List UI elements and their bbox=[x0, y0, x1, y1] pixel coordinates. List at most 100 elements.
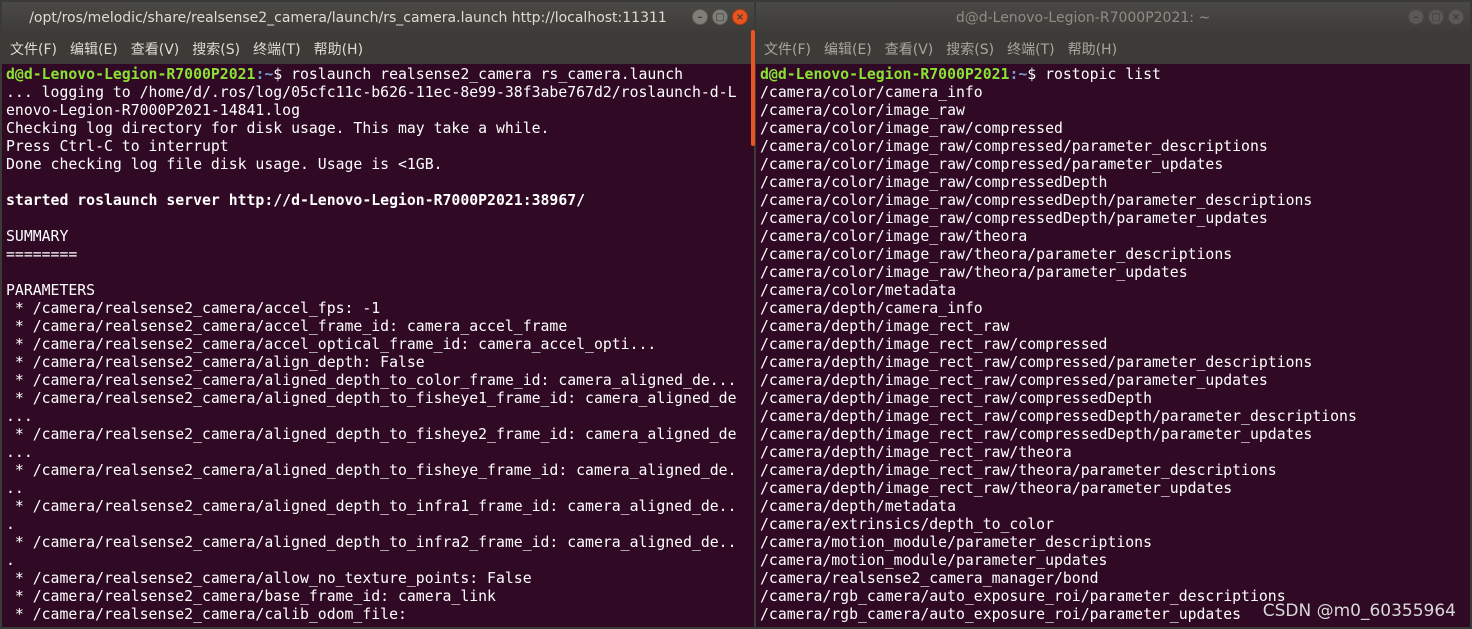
terminal-line: * /camera/realsense2_camera/aligned_dept… bbox=[6, 390, 737, 407]
terminal-line: /camera/depth/image_rect_raw/theora/para… bbox=[760, 480, 1233, 497]
terminal-line: /camera/depth/image_rect_raw/compressed/… bbox=[760, 354, 1313, 371]
terminal-line: .. bbox=[6, 480, 24, 497]
terminal-line: /camera/motion_module/parameter_updates bbox=[760, 552, 1108, 569]
menu-search[interactable]: 搜索(S) bbox=[946, 39, 994, 59]
terminal-window-home[interactable]: d@d-Lenovo-Legion-R7000P2021: ~ – □ × 文件… bbox=[756, 2, 1470, 627]
maximize-button[interactable]: □ bbox=[1428, 9, 1444, 25]
menu-search[interactable]: 搜索(S) bbox=[192, 39, 240, 59]
terminal-line: /camera/color/image_raw/compressedDepth/… bbox=[760, 210, 1268, 227]
menu-view[interactable]: 查看(V) bbox=[131, 39, 180, 59]
terminal-line: ... bbox=[6, 444, 33, 461]
terminal-line: /camera/color/image_raw/theora/parameter… bbox=[760, 264, 1188, 281]
terminal-line: ======== bbox=[6, 246, 78, 263]
terminal-line: /camera/color/image_raw/compressed/param… bbox=[760, 138, 1268, 155]
menubar: 文件(F) 编辑(E) 查看(V) 搜索(S) 终端(T) 帮助(H) bbox=[756, 34, 1470, 64]
terminal-line: /camera/motion_module/parameter_descript… bbox=[760, 534, 1152, 551]
command-text: $ roslaunch realsense2_camera rs_camera.… bbox=[273, 66, 684, 83]
close-button[interactable]: × bbox=[732, 9, 748, 25]
close-button[interactable]: × bbox=[1448, 9, 1464, 25]
terminal-line: /camera/depth/image_rect_raw/compressedD… bbox=[760, 426, 1313, 443]
terminal-line: . bbox=[6, 552, 15, 569]
terminal-line: /camera/color/image_raw/compressed/param… bbox=[760, 156, 1224, 173]
window-title: /opt/ros/melodic/share/realsense2_camera… bbox=[29, 10, 667, 26]
terminal-line: . bbox=[6, 516, 15, 533]
terminal-line: /camera/color/image_raw/compressed bbox=[760, 120, 1063, 137]
terminal-line: /camera/depth/image_rect_raw/compressed bbox=[760, 336, 1108, 353]
terminal-line: /camera/depth/image_rect_raw/compressed/… bbox=[760, 372, 1268, 389]
terminal-line: * /camera/realsense2_camera/accel_optica… bbox=[6, 336, 657, 353]
terminal-line: /camera/color/image_raw/compressedDepth bbox=[760, 174, 1108, 191]
terminal-output[interactable]: d@d-Lenovo-Legion-R7000P2021:~$ rostopic… bbox=[756, 64, 1470, 627]
output-lines: /camera/color/camera_info/camera/color/i… bbox=[760, 84, 1470, 624]
minimize-button[interactable]: – bbox=[692, 9, 708, 25]
terminal-line: SUMMARY bbox=[6, 228, 69, 245]
menubar: 文件(F) 编辑(E) 查看(V) 搜索(S) 终端(T) 帮助(H) bbox=[2, 34, 754, 64]
maximize-button[interactable]: □ bbox=[712, 9, 728, 25]
menu-help[interactable]: 帮助(H) bbox=[314, 39, 363, 59]
terminal-line: started roslaunch server http://d-Lenovo… bbox=[6, 192, 586, 209]
desktop: /opt/ros/melodic/share/realsense2_camera… bbox=[0, 0, 1472, 629]
terminal-output[interactable]: d@d-Lenovo-Legion-R7000P2021:~$ roslaunc… bbox=[2, 64, 754, 627]
terminal-line: /camera/color/camera_info bbox=[760, 84, 983, 101]
terminal-line: /camera/depth/image_rect_raw/theora/para… bbox=[760, 462, 1277, 479]
terminal-line: /camera/color/image_raw bbox=[760, 102, 965, 119]
prompt-path: :~ bbox=[1009, 66, 1028, 83]
terminal-line: * /camera/realsense2_camera/base_frame_i… bbox=[6, 588, 496, 605]
terminal-line: /camera/depth/image_rect_raw/compressedD… bbox=[760, 390, 1152, 407]
titlebar[interactable]: /opt/ros/melodic/share/realsense2_camera… bbox=[2, 2, 754, 34]
watermark: CSDN @m0_60355964 bbox=[1262, 601, 1456, 621]
terminal-line: Press Ctrl-C to interrupt bbox=[6, 138, 229, 155]
command-text: $ rostopic list bbox=[1027, 66, 1161, 83]
terminal-line: ... logging to /home/d/.ros/log/05cfc11c… bbox=[6, 84, 737, 101]
menu-view[interactable]: 查看(V) bbox=[885, 39, 934, 59]
terminal-line: * /camera/realsense2_camera/aligned_dept… bbox=[6, 534, 737, 551]
terminal-line: /camera/depth/camera_info bbox=[760, 300, 983, 317]
terminal-line: enovo-Legion-R7000P2021-14841.log bbox=[6, 102, 300, 119]
terminal-line: /camera/color/image_raw/theora bbox=[760, 228, 1028, 245]
titlebar[interactable]: d@d-Lenovo-Legion-R7000P2021: ~ – □ × bbox=[756, 2, 1470, 34]
output-lines: ... logging to /home/d/.ros/log/05cfc11c… bbox=[6, 84, 754, 624]
prompt-path: :~ bbox=[255, 66, 274, 83]
prompt-line: d@d-Lenovo-Legion-R7000P2021:~$ rostopic… bbox=[760, 66, 1470, 84]
terminal-line: Done checking log file disk usage. Usage… bbox=[6, 156, 443, 173]
terminal-line: /camera/depth/image_rect_raw/compressedD… bbox=[760, 408, 1357, 425]
menu-edit[interactable]: 编辑(E) bbox=[824, 39, 872, 59]
terminal-line: * /camera/realsense2_camera/align_depth:… bbox=[6, 354, 425, 371]
terminal-line: /camera/color/image_raw/theora/parameter… bbox=[760, 246, 1233, 263]
terminal-line: * /camera/realsense2_camera/aligned_dept… bbox=[6, 462, 737, 479]
prompt-user: d@d-Lenovo-Legion-R7000P2021 bbox=[760, 66, 1010, 83]
terminal-line: * /camera/realsense2_camera/aligned_dept… bbox=[6, 498, 737, 515]
window-controls: – □ × bbox=[1408, 9, 1464, 27]
terminal-line: PARAMETERS bbox=[6, 282, 96, 299]
terminal-line: * /camera/realsense2_camera/accel_fps: -… bbox=[6, 300, 381, 317]
terminal-line: /camera/color/metadata bbox=[760, 282, 956, 299]
menu-file[interactable]: 文件(F) bbox=[764, 39, 811, 59]
terminal-line: * /camera/realsense2_camera/accel_frame_… bbox=[6, 318, 568, 335]
terminal-line: /camera/depth/image_rect_raw/theora bbox=[760, 444, 1072, 461]
terminal-line: /camera/realsense2_camera_manager/bond bbox=[760, 570, 1099, 587]
prompt-line: d@d-Lenovo-Legion-R7000P2021:~$ roslaunc… bbox=[6, 66, 754, 84]
terminal-line: /camera/depth/image_rect_raw bbox=[760, 318, 1010, 335]
terminal-window-roslaunch[interactable]: /opt/ros/melodic/share/realsense2_camera… bbox=[2, 2, 754, 627]
terminal-line: /camera/depth/metadata bbox=[760, 498, 956, 515]
window-controls: – □ × bbox=[692, 9, 748, 27]
terminal-line: /camera/color/image_raw/compressedDepth/… bbox=[760, 192, 1313, 209]
menu-file[interactable]: 文件(F) bbox=[10, 39, 57, 59]
terminal-line: /camera/extrinsics/depth_to_color bbox=[760, 516, 1054, 533]
terminal-line: Checking log directory for disk usage. T… bbox=[6, 120, 550, 137]
prompt-user: d@d-Lenovo-Legion-R7000P2021 bbox=[6, 66, 256, 83]
menu-help[interactable]: 帮助(H) bbox=[1068, 39, 1117, 59]
terminal-line: * /camera/realsense2_camera/calib_odom_f… bbox=[6, 606, 407, 623]
terminal-line: * /camera/realsense2_camera/aligned_dept… bbox=[6, 426, 737, 443]
menu-terminal[interactable]: 终端(T) bbox=[253, 39, 300, 59]
minimize-button[interactable]: – bbox=[1408, 9, 1424, 25]
window-title: d@d-Lenovo-Legion-R7000P2021: ~ bbox=[955, 10, 1211, 26]
terminal-line: ... bbox=[6, 408, 33, 425]
menu-edit[interactable]: 编辑(E) bbox=[70, 39, 118, 59]
menu-terminal[interactable]: 终端(T) bbox=[1007, 39, 1054, 59]
terminal-line: * /camera/realsense2_camera/aligned_dept… bbox=[6, 372, 737, 389]
scrollbar-thumb[interactable] bbox=[751, 30, 755, 146]
